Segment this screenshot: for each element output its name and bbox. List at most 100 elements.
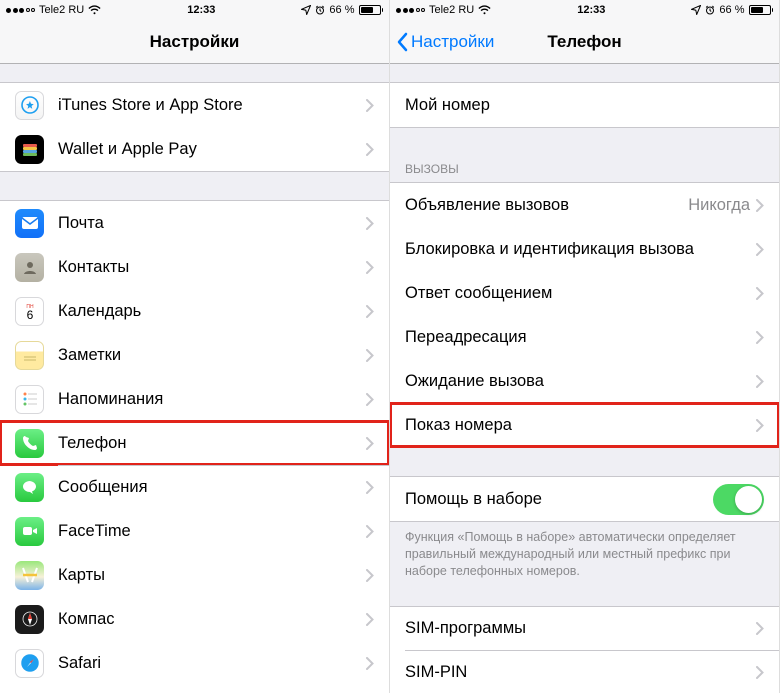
- contacts-icon: [15, 253, 44, 282]
- svg-text:6: 6: [26, 308, 33, 322]
- location-icon: [301, 5, 311, 15]
- mail-icon: [15, 209, 44, 238]
- battery-pct: 66 %: [719, 4, 744, 16]
- notes-icon: [15, 341, 44, 370]
- battery-icon: [749, 5, 774, 15]
- row-label: iTunes Store и App Store: [58, 96, 366, 115]
- alarm-icon: [705, 5, 715, 15]
- row-label: Почта: [58, 214, 366, 233]
- phone-icon: [15, 429, 44, 458]
- chevron-right-icon: [366, 393, 374, 406]
- row-label: Телефон: [58, 434, 366, 453]
- row-label: Календарь: [58, 302, 366, 321]
- chevron-right-icon: [756, 199, 764, 212]
- reminders-icon: [15, 385, 44, 414]
- chevron-right-icon: [756, 419, 764, 432]
- chevron-right-icon: [756, 375, 764, 388]
- back-label: Настройки: [411, 32, 494, 52]
- row-call-block[interactable]: Блокировка и идентификация вызова: [390, 227, 779, 271]
- row-label: SIM-программы: [405, 619, 756, 638]
- row-reply-message[interactable]: Ответ сообщением: [390, 271, 779, 315]
- row-phone[interactable]: Телефон: [0, 421, 389, 465]
- signal-icon: [396, 8, 425, 13]
- messages-icon: [15, 473, 44, 502]
- maps-icon: [15, 561, 44, 590]
- row-messages[interactable]: Сообщения: [0, 465, 389, 509]
- row-facetime[interactable]: FaceTime: [0, 509, 389, 553]
- row-wallet[interactable]: Wallet и Apple Pay: [0, 127, 389, 171]
- chevron-right-icon: [366, 349, 374, 362]
- page-title: Настройки: [150, 32, 240, 52]
- row-sim-apps[interactable]: SIM-программы: [390, 607, 779, 651]
- chevron-right-icon: [366, 217, 374, 230]
- alarm-icon: [315, 5, 325, 15]
- location-icon: [691, 5, 701, 15]
- row-label: Safari: [58, 654, 366, 673]
- row-my-number[interactable]: Мой номер: [390, 83, 779, 127]
- row-label: Wallet и Apple Pay: [58, 140, 366, 159]
- row-maps[interactable]: Карты: [0, 553, 389, 597]
- row-call-waiting[interactable]: Ожидание вызова: [390, 359, 779, 403]
- chevron-right-icon: [366, 569, 374, 582]
- dial-assist-footer: Функция «Помощь в наборе» автоматически …: [390, 522, 779, 588]
- row-label: Напоминания: [58, 390, 366, 409]
- row-label: Показ номера: [405, 416, 756, 435]
- time-label: 12:33: [101, 4, 301, 16]
- row-label: Ожидание вызова: [405, 372, 756, 391]
- battery-pct: 66 %: [329, 4, 354, 16]
- chevron-right-icon: [756, 243, 764, 256]
- calendar-icon: ПН6: [15, 297, 44, 326]
- status-bar: Tele2 RU 12:33 66 %: [0, 0, 389, 20]
- row-mail[interactable]: Почта: [0, 201, 389, 245]
- app-store-icon: [15, 91, 44, 120]
- row-contacts[interactable]: Контакты: [0, 245, 389, 289]
- chevron-right-icon: [366, 437, 374, 450]
- back-button[interactable]: Настройки: [396, 32, 494, 52]
- row-label: SIM-PIN: [405, 663, 756, 682]
- right-screenshot: Tele2 RU 12:33 66 % Настройки Телефон: [390, 0, 780, 693]
- row-itunes-store[interactable]: iTunes Store и App Store: [0, 83, 389, 127]
- row-label: Мой номер: [405, 96, 764, 115]
- row-dial-assist[interactable]: Помощь в наборе: [390, 477, 779, 521]
- safari-icon: [15, 649, 44, 678]
- chevron-right-icon: [366, 613, 374, 626]
- time-label: 12:33: [491, 4, 691, 16]
- chevron-right-icon: [756, 331, 764, 344]
- row-reminders[interactable]: Напоминания: [0, 377, 389, 421]
- chevron-right-icon: [756, 287, 764, 300]
- row-label: Компас: [58, 610, 366, 629]
- chevron-right-icon: [756, 622, 764, 635]
- section-header-calls: ВЫЗОВЫ: [390, 156, 779, 182]
- row-label: Сообщения: [58, 478, 366, 497]
- row-call-announce[interactable]: Объявление вызовов Никогда: [390, 183, 779, 227]
- settings-list[interactable]: iTunes Store и App Store Wallet и Apple …: [0, 64, 389, 693]
- row-compass[interactable]: Компас: [0, 597, 389, 641]
- row-label: Помощь в наборе: [405, 490, 713, 509]
- facetime-icon: [15, 517, 44, 546]
- chevron-right-icon: [366, 481, 374, 494]
- row-sim-pin[interactable]: SIM-PIN: [390, 651, 779, 693]
- row-forwarding[interactable]: Переадресация: [390, 315, 779, 359]
- row-label: Блокировка и идентификация вызова: [405, 240, 756, 259]
- status-bar: Tele2 RU 12:33 66 %: [390, 0, 779, 20]
- row-safari[interactable]: Safari: [0, 641, 389, 685]
- row-label: Переадресация: [405, 328, 756, 347]
- page-title: Телефон: [547, 32, 621, 52]
- row-label: Карты: [58, 566, 366, 585]
- chevron-right-icon: [366, 143, 374, 156]
- chevron-right-icon: [366, 305, 374, 318]
- row-home[interactable]: Дом: [0, 685, 389, 693]
- row-value: Никогда: [688, 196, 750, 215]
- row-label: Ответ сообщением: [405, 284, 756, 303]
- row-notes[interactable]: Заметки: [0, 333, 389, 377]
- row-label: Объявление вызовов: [405, 196, 688, 215]
- compass-icon: [15, 605, 44, 634]
- phone-settings-list[interactable]: Мой номер ВЫЗОВЫ Объявление вызовов Нико…: [390, 64, 779, 693]
- dial-assist-toggle[interactable]: [713, 484, 764, 515]
- row-calendar[interactable]: ПН6 Календарь: [0, 289, 389, 333]
- row-label: FaceTime: [58, 522, 366, 541]
- row-show-caller-id[interactable]: Показ номера: [390, 403, 779, 447]
- wifi-icon: [88, 5, 101, 15]
- signal-icon: [6, 8, 35, 13]
- chevron-right-icon: [366, 657, 374, 670]
